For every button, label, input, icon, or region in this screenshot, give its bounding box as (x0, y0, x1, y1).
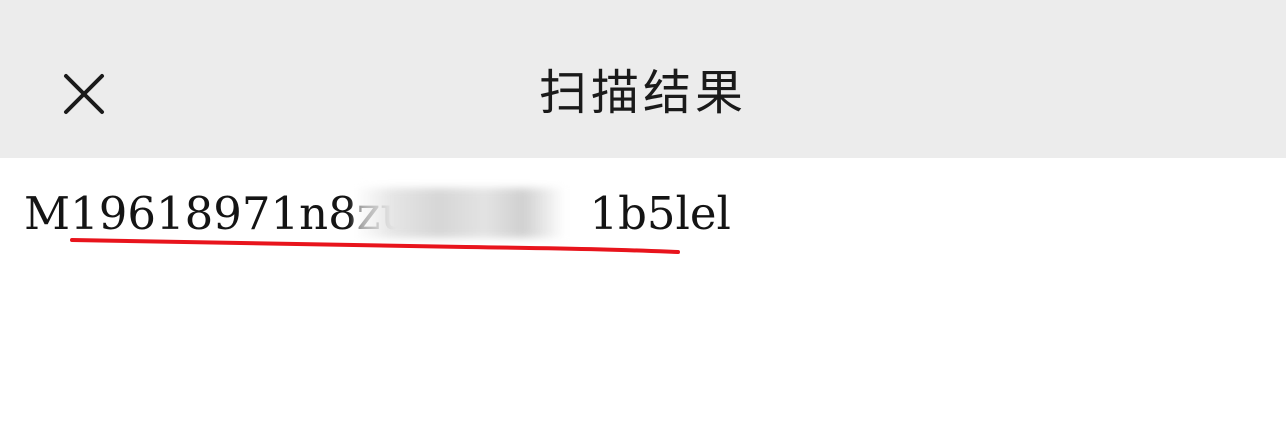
title-bar: 扫描结果 (0, 0, 1286, 158)
red-underline-annotation (70, 238, 680, 254)
page-title: 扫描结果 (538, 65, 747, 121)
scan-result-screen: 扫描结果 M19618971n8zu 1b5lel (0, 0, 1286, 448)
